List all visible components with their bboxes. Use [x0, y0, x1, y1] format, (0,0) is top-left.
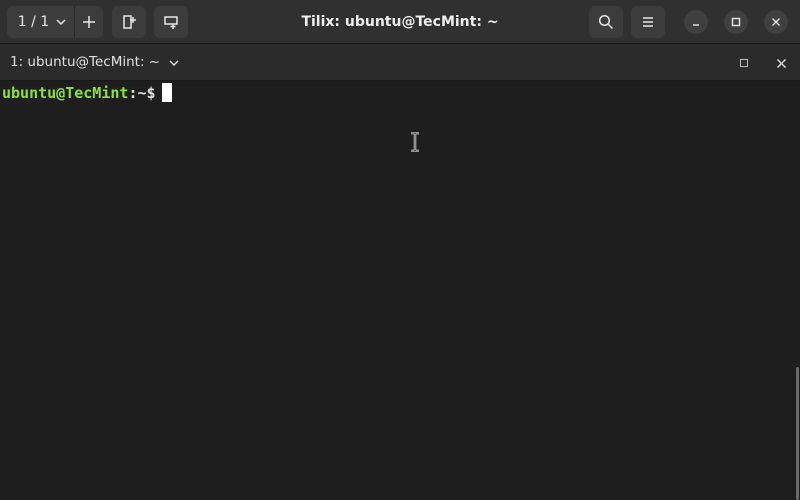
session-switcher: 1 / 1 [7, 6, 103, 38]
maximize-icon [739, 58, 749, 68]
headerbar: 1 / 1 Tilix: ubuntu@TecMint: ~ [0, 0, 800, 44]
minimize-icon [691, 17, 701, 27]
split-down-icon [163, 14, 179, 30]
hamburger-menu-icon [641, 16, 655, 28]
prompt-path: ~$ [137, 84, 156, 102]
terminal-close-button[interactable] [771, 53, 791, 73]
terminal-maximize-button[interactable] [734, 53, 754, 73]
menu-button[interactable] [631, 6, 665, 38]
search-icon [598, 14, 614, 30]
prompt-user-host: ubuntu@TecMint [2, 84, 129, 102]
close-icon [776, 58, 787, 69]
close-button[interactable] [764, 10, 788, 34]
maximize-button[interactable] [724, 10, 748, 34]
chevron-down-icon [55, 16, 67, 28]
session-counter-button[interactable]: 1 / 1 [7, 6, 75, 38]
add-session-button[interactable] [75, 6, 103, 38]
terminal-title-label: 1: ubuntu@TecMint: ~ [10, 54, 161, 70]
prompt-line: ubuntu@TecMint:~$ [2, 83, 172, 103]
session-counter-label: 1 / 1 [17, 14, 50, 30]
add-terminal-down-button[interactable] [154, 6, 188, 38]
terminal-output[interactable]: ubuntu@TecMint:~$ [0, 81, 800, 500]
scrollbar-thumb[interactable] [796, 367, 799, 500]
add-terminal-right-button[interactable] [112, 6, 146, 38]
close-icon [771, 17, 781, 27]
terminal-titlebar: 1: ubuntu@TecMint: ~ [0, 44, 800, 81]
split-right-icon [121, 14, 137, 30]
minimize-button[interactable] [684, 10, 708, 34]
text-cursor [161, 83, 172, 102]
terminal-title-button[interactable]: 1: ubuntu@TecMint: ~ [10, 44, 180, 81]
plus-icon [82, 15, 96, 29]
window-title: Tilix: ubuntu@TecMint: ~ [301, 14, 499, 30]
maximize-icon [731, 17, 741, 27]
ibeam-cursor-icon [409, 132, 421, 152]
search-button[interactable] [589, 6, 623, 38]
tilix-window: 1 / 1 Tilix: ubuntu@TecMint: ~ 1: ubuntu… [0, 0, 800, 500]
chevron-down-icon [168, 57, 180, 69]
